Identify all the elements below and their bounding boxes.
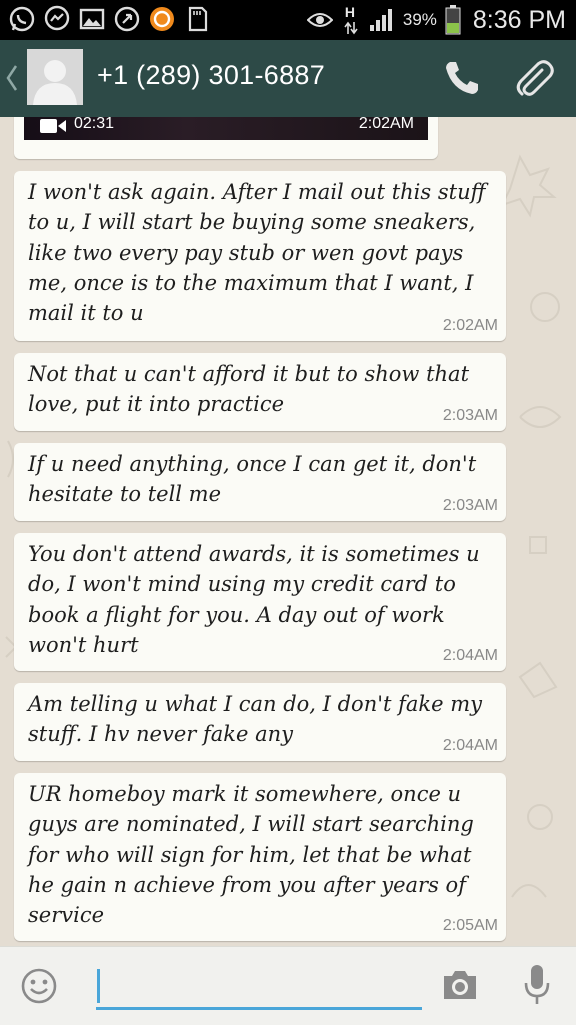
chat-area[interactable]: 02:31 2:02AM I won't ask again. After I …: [0, 117, 576, 946]
contact-name[interactable]: +1 (289) 301-6887: [97, 60, 325, 91]
message-text: You don't attend awards, it is sometimes…: [28, 542, 480, 657]
message-bubble[interactable]: I won't ask again. After I mail out this…: [14, 171, 506, 341]
default-avatar-icon: [27, 49, 83, 105]
message-time: 2:04AM: [442, 647, 498, 664]
message-composer: [0, 946, 576, 1025]
message-input[interactable]: [96, 961, 422, 1010]
avatar[interactable]: [27, 49, 83, 105]
sync-icon: [114, 6, 140, 32]
video-duration: 02:31: [74, 117, 115, 132]
message-text: Am telling u what I can do, I don't fake…: [28, 692, 483, 747]
sd-card-icon: [188, 6, 208, 32]
message-bubble[interactable]: You don't attend awards, it is sometimes…: [14, 533, 506, 671]
microphone-icon[interactable]: [522, 963, 552, 1007]
video-message[interactable]: 02:31 2:02AM: [14, 117, 438, 159]
messenger-icon: [44, 5, 70, 31]
camera-icon[interactable]: [440, 967, 480, 1003]
message-bubble[interactable]: UR homeboy mark it somewhere, once u guy…: [14, 773, 506, 941]
message-time: 2:02AM: [358, 117, 414, 132]
message-bubble[interactable]: If u need anything, once I can get it, d…: [14, 443, 506, 521]
signal-icon: [369, 9, 392, 31]
status-clock: 8:36 PM: [472, 5, 566, 34]
message-time: 2:03AM: [442, 497, 498, 514]
message-text: If u need anything, once I can get it, d…: [28, 452, 477, 507]
message-text: Not that u can't afford it but to show t…: [28, 362, 470, 417]
message-text: I won't ask again. After I mail out this…: [28, 180, 486, 326]
orange-app-icon: [150, 7, 174, 31]
message-text: UR homeboy mark it somewhere, once u guy…: [28, 782, 474, 928]
notification-icons: [8, 5, 211, 33]
message-time: 2:02AM: [442, 317, 498, 334]
battery-icon: [445, 5, 461, 35]
status-bar: H 39% 8:36 PM: [0, 0, 576, 40]
message-bubble[interactable]: Am telling u what I can do, I don't fake…: [14, 683, 506, 761]
eye-icon: [306, 13, 333, 27]
video-thumbnail[interactable]: 02:31 2:02AM: [24, 117, 428, 140]
paperclip-icon[interactable]: [512, 56, 556, 100]
message-time: 2:04AM: [442, 737, 498, 754]
chat-header: +1 (289) 301-6887: [0, 40, 576, 117]
text-cursor: [97, 969, 100, 1003]
smiley-icon[interactable]: [20, 967, 58, 1005]
message-time: 2:03AM: [442, 407, 498, 424]
video-camera-icon: [40, 119, 66, 133]
gallery-icon: [79, 8, 105, 30]
chevron-left-icon[interactable]: [6, 64, 18, 92]
battery-percentage: 39%: [402, 10, 437, 29]
message-bubble[interactable]: Not that u can't afford it but to show t…: [14, 353, 506, 431]
whatsapp-icon: [9, 6, 35, 32]
message-time: 2:05AM: [442, 917, 498, 934]
phone-icon[interactable]: [440, 56, 484, 100]
data-arrows-icon: H: [341, 4, 361, 36]
system-indicators: H 39% 8:36 PM: [306, 2, 566, 38]
